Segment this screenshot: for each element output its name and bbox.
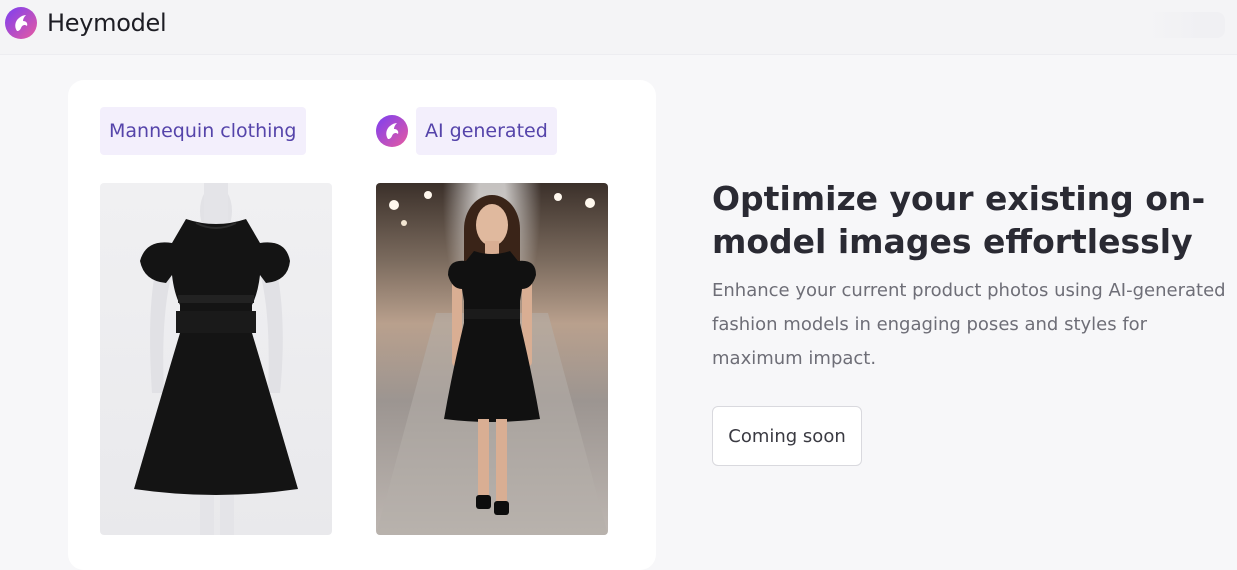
- top-navbar: Heymodel: [0, 0, 1237, 55]
- mannequin-dress-illustration: [134, 183, 298, 535]
- ai-logo-icon: [376, 115, 408, 147]
- header-right-area: [1145, 12, 1225, 38]
- mannequin-dress-image: [100, 183, 332, 535]
- ai-model-image: [376, 183, 608, 535]
- ai-generated-label: AI generated: [416, 107, 557, 155]
- ai-model-illustration: [376, 191, 608, 535]
- heymodel-logo-icon: [5, 7, 37, 39]
- feature-headline: Optimize your existing on-model images e…: [712, 179, 1206, 261]
- brand-name: Heymodel: [47, 9, 167, 37]
- mannequin-label: Mannequin clothing: [100, 107, 306, 155]
- coming-soon-button[interactable]: Coming soon: [712, 406, 862, 466]
- brand[interactable]: Heymodel: [5, 7, 167, 39]
- feature-description: Enhance your current product photos usin…: [712, 280, 1226, 369]
- comparison-card: Mannequin clothing AI generated: [68, 80, 656, 570]
